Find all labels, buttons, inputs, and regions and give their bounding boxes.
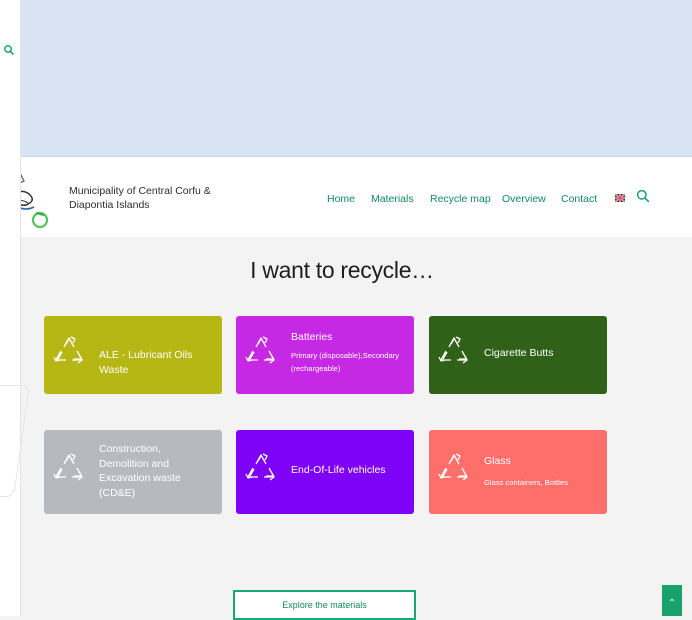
- chevron-up-icon: [669, 598, 675, 602]
- card-cigarette-butts[interactable]: Cigarette Butts: [429, 316, 607, 394]
- card-title: ALE - Lubricant Oils Waste: [99, 349, 193, 376]
- recycle-icon: [245, 453, 275, 481]
- recycle-icon: [245, 336, 275, 364]
- scroll-to-top-button[interactable]: [662, 585, 682, 616]
- nav-contact[interactable]: Contact: [561, 193, 597, 205]
- site-header: Municipality of Central Corfu & Diaponti…: [14, 157, 692, 237]
- card-subtitle: Primary (disposable),Secondary (recharge…: [291, 351, 400, 373]
- recycle-icon: [438, 336, 468, 364]
- top-banner: [20, 0, 692, 157]
- card-end-of-life-vehicles[interactable]: End-Of-Life vehicles: [236, 430, 414, 514]
- nav-recycle-map[interactable]: Recycle map: [430, 193, 491, 205]
- card-batteries[interactable]: Batteries Primary (disposable),Secondary…: [236, 316, 414, 394]
- recycle-icon: [438, 453, 468, 481]
- card-construction-waste[interactable]: Construction, Demolition and Excavation …: [44, 430, 222, 514]
- page-title: I want to recycle…: [250, 257, 434, 283]
- card-title: Construction, Demolition and Excavation …: [99, 443, 181, 499]
- nav-overview[interactable]: Overview: [502, 193, 546, 205]
- card-subtitle: Glass containers, Bottles: [484, 478, 568, 487]
- nav-materials[interactable]: Materials: [371, 193, 414, 205]
- card-title: End-Of-Life vehicles: [291, 464, 386, 476]
- nav-home[interactable]: Home: [327, 193, 355, 205]
- side-panel: [0, 0, 30, 616]
- card-title: Glass: [484, 455, 511, 467]
- decorative-shape: [0, 385, 30, 497]
- search-icon[interactable]: [3, 44, 15, 56]
- card-title: Cigarette Butts: [484, 347, 554, 359]
- uk-flag-icon[interactable]: [615, 194, 625, 202]
- site-name[interactable]: Municipality of Central Corfu & Diaponti…: [69, 184, 239, 212]
- recycle-icon: [53, 453, 83, 481]
- card-lubricant-oils[interactable]: ALE - Lubricant Oils Waste: [44, 316, 222, 394]
- card-title: Batteries: [291, 331, 333, 343]
- search-icon[interactable]: [636, 189, 650, 203]
- recycle-icon: [53, 336, 83, 364]
- card-glass[interactable]: Glass Glass containers, Bottles: [429, 430, 607, 514]
